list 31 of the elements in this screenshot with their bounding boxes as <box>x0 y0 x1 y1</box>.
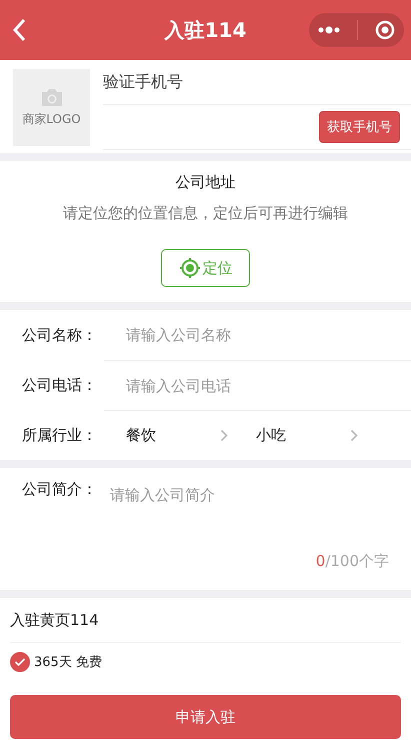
field-label: 公司名称： <box>21 326 98 344</box>
intro-textarea[interactable]: 请输入公司简介 <box>110 468 411 552</box>
industry-select[interactable]: 餐饮 <box>104 410 234 460</box>
industry-select[interactable]: 小吃 <box>234 410 364 460</box>
submit-button[interactable]: 申请入驻 <box>10 695 401 739</box>
location-hint: 请定位您的位置信息，定位后可再进行编辑 <box>63 204 348 223</box>
check-icon <box>14 657 26 667</box>
logo-label: 商家LOGO <box>22 111 81 128</box>
chevron-icon <box>350 429 358 442</box>
logo-upload[interactable]: 商家LOGO <box>13 69 90 146</box>
get-phone-button[interactable]: 获取手机号 <box>319 111 400 143</box>
plan-title: 入驻黄页114 <box>10 598 401 643</box>
section-title: 公司地址 <box>176 173 236 192</box>
input-field[interactable]: 请输入公司名称 <box>104 310 411 360</box>
back-icon[interactable] <box>12 18 26 42</box>
locate-button[interactable]: 定位 <box>161 249 250 287</box>
char-count: 0 <box>316 552 326 570</box>
plan-option: 365天 免费 <box>34 653 102 671</box>
target-icon <box>178 257 200 279</box>
field-label: 公司电话： <box>21 376 98 394</box>
page-title: 入驻114 <box>163 16 248 44</box>
char-limit: /100个字 <box>325 552 389 570</box>
field-label: 所属行业： <box>21 426 98 444</box>
camera-icon <box>40 87 64 107</box>
phone-label: 验证手机号 <box>103 72 183 92</box>
field-label: 公司简介： <box>0 468 110 552</box>
more-icon[interactable] <box>318 26 340 34</box>
checkbox[interactable] <box>10 652 30 672</box>
close-icon[interactable] <box>375 20 396 40</box>
input-field[interactable]: 请输入公司电话 <box>104 360 411 410</box>
chevron-icon <box>220 429 228 442</box>
